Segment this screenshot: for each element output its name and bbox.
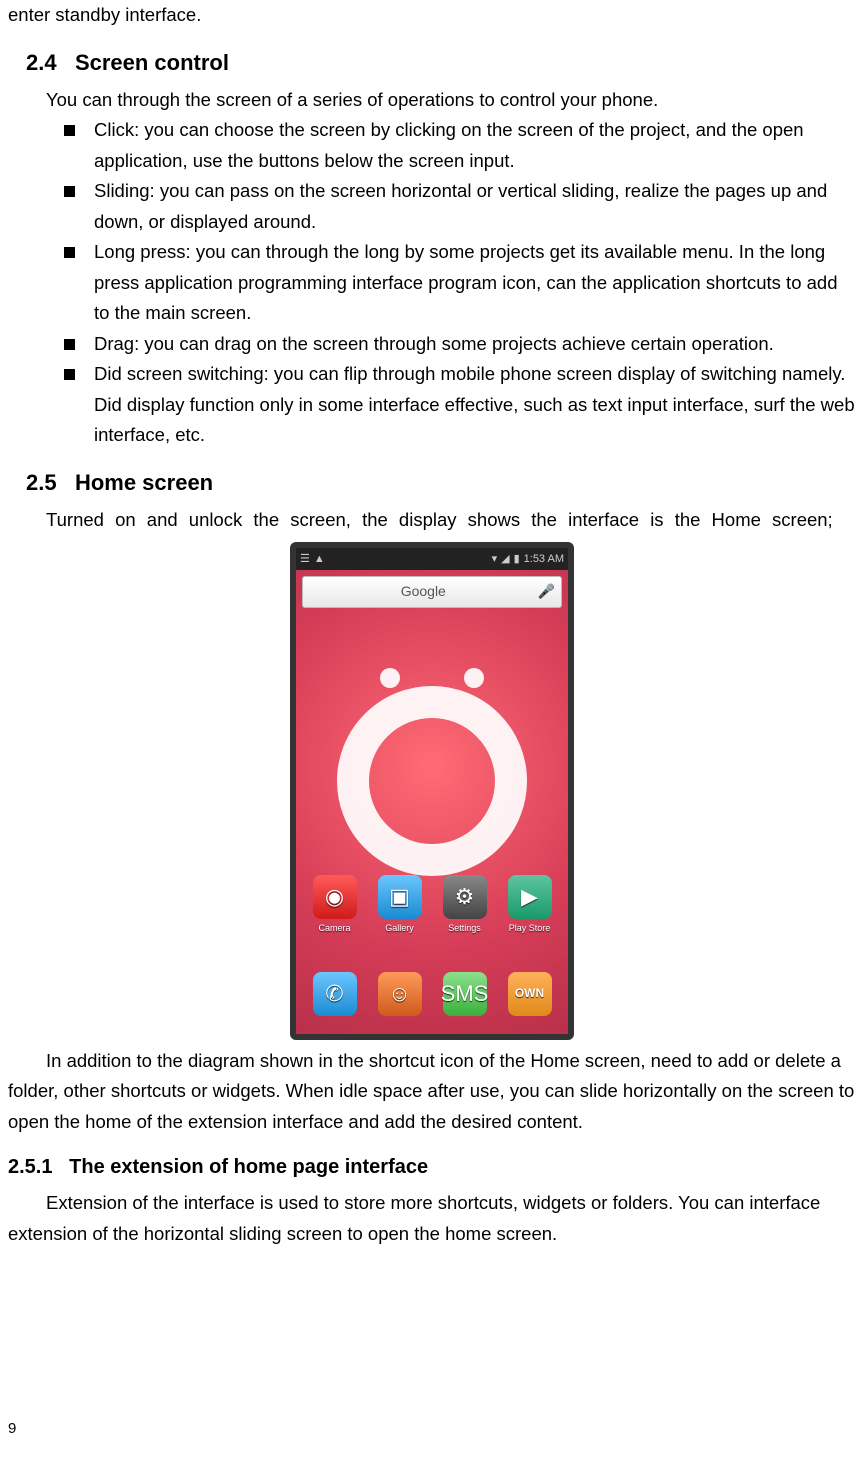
body-2-5-1: Extension of the interface is used to st… — [8, 1188, 856, 1249]
app-icon-sms[interactable]: SMS — [438, 972, 492, 1018]
heading-title: Screen control — [75, 50, 229, 75]
deco-ring — [337, 686, 527, 876]
heading-num: 2.5.1 — [8, 1156, 52, 1178]
app-icon-settings[interactable]: ⚙ Settings — [438, 875, 492, 936]
ppl-icon: ☺ — [378, 972, 422, 1016]
app-icon-ppl[interactable]: ☺ — [373, 972, 427, 1018]
phone-screen: ☰ ▲ ▾ ◢ ▮ 1:53 AM Google 🎤 ◉ Camera ▣ Galle… — [296, 548, 568, 1034]
app-label: Camera — [308, 921, 362, 936]
list-item: Long press: you can through the long by … — [64, 237, 856, 329]
app-icon-ph[interactable]: ✆ — [308, 972, 362, 1018]
heading-num: 2.5 — [26, 470, 57, 495]
heading-2-4: 2.4 Screen control — [26, 45, 856, 81]
battery-icon: ▮ — [514, 550, 520, 568]
app-label: Settings — [438, 921, 492, 936]
google-search-bar[interactable]: Google 🎤 — [302, 576, 562, 608]
phone-frame: ☰ ▲ ▾ ◢ ▮ 1:53 AM Google 🎤 ◉ Camera ▣ Galle… — [290, 542, 574, 1040]
heading-2-5-1: 2.5.1 The extension of home page interfa… — [8, 1151, 856, 1184]
own-icon: OWN — [508, 972, 552, 1016]
list-item: Drag: you can drag on the screen through… — [64, 329, 856, 360]
clock-text: 1:53 AM — [524, 550, 564, 568]
app-row: ✆ ☺ SMS OWN — [296, 972, 568, 1018]
list-item: Sliding: you can pass on the screen hori… — [64, 176, 856, 237]
heading-num: 2.4 — [26, 50, 57, 75]
figure-home-screen: ☰ ▲ ▾ ◢ ▮ 1:53 AM Google 🎤 ◉ Camera ▣ Galle… — [8, 542, 856, 1040]
ps-icon: ▶ — [508, 875, 552, 919]
gal-icon: ▣ — [378, 875, 422, 919]
app-icon-play-store[interactable]: ▶ Play Store — [503, 875, 557, 936]
ph-icon: ✆ — [313, 972, 357, 1016]
google-logo-text: Google — [309, 580, 538, 603]
menu-icon: ☰ — [300, 550, 310, 568]
signal-icon: ◢ — [501, 550, 509, 568]
list-2-4: Click: you can choose the screen by clic… — [8, 115, 856, 451]
heading-2-5: 2.5 Home screen — [26, 465, 856, 501]
deco-dot — [380, 668, 400, 688]
app-label: Gallery — [373, 921, 427, 936]
warning-icon: ▲ — [314, 550, 325, 568]
list-item: Did screen switching: you can flip throu… — [64, 359, 856, 451]
heading-title: Home screen — [75, 470, 213, 495]
wifi-icon: ▾ — [492, 550, 498, 568]
cam-icon: ◉ — [313, 875, 357, 919]
list-item: Click: you can choose the screen by clic… — [64, 115, 856, 176]
status-bar: ☰ ▲ ▾ ◢ ▮ 1:53 AM — [296, 548, 568, 570]
app-row: ◉ Camera ▣ Gallery ⚙ Settings ▶ Play Store — [296, 875, 568, 936]
mic-icon: 🎤 — [538, 580, 555, 603]
app-icon-gallery[interactable]: ▣ Gallery — [373, 875, 427, 936]
page-number: 9 — [8, 1417, 16, 1442]
heading-title: The extension of home page interface — [69, 1156, 428, 1178]
intro-2-5: Turned on and unlock the screen, the dis… — [8, 505, 856, 536]
deco-dot — [464, 668, 484, 688]
set-icon: ⚙ — [443, 875, 487, 919]
sms-icon: SMS — [443, 972, 487, 1016]
intro-2-4: You can through the screen of a series o… — [8, 85, 856, 116]
app-icon-camera[interactable]: ◉ Camera — [308, 875, 362, 936]
fragment-prev-page: enter standby interface. — [8, 0, 856, 31]
para-after-fig: In addition to the diagram shown in the … — [8, 1046, 856, 1138]
app-label: Play Store — [503, 921, 557, 936]
app-icon-own[interactable]: OWN — [503, 972, 557, 1018]
